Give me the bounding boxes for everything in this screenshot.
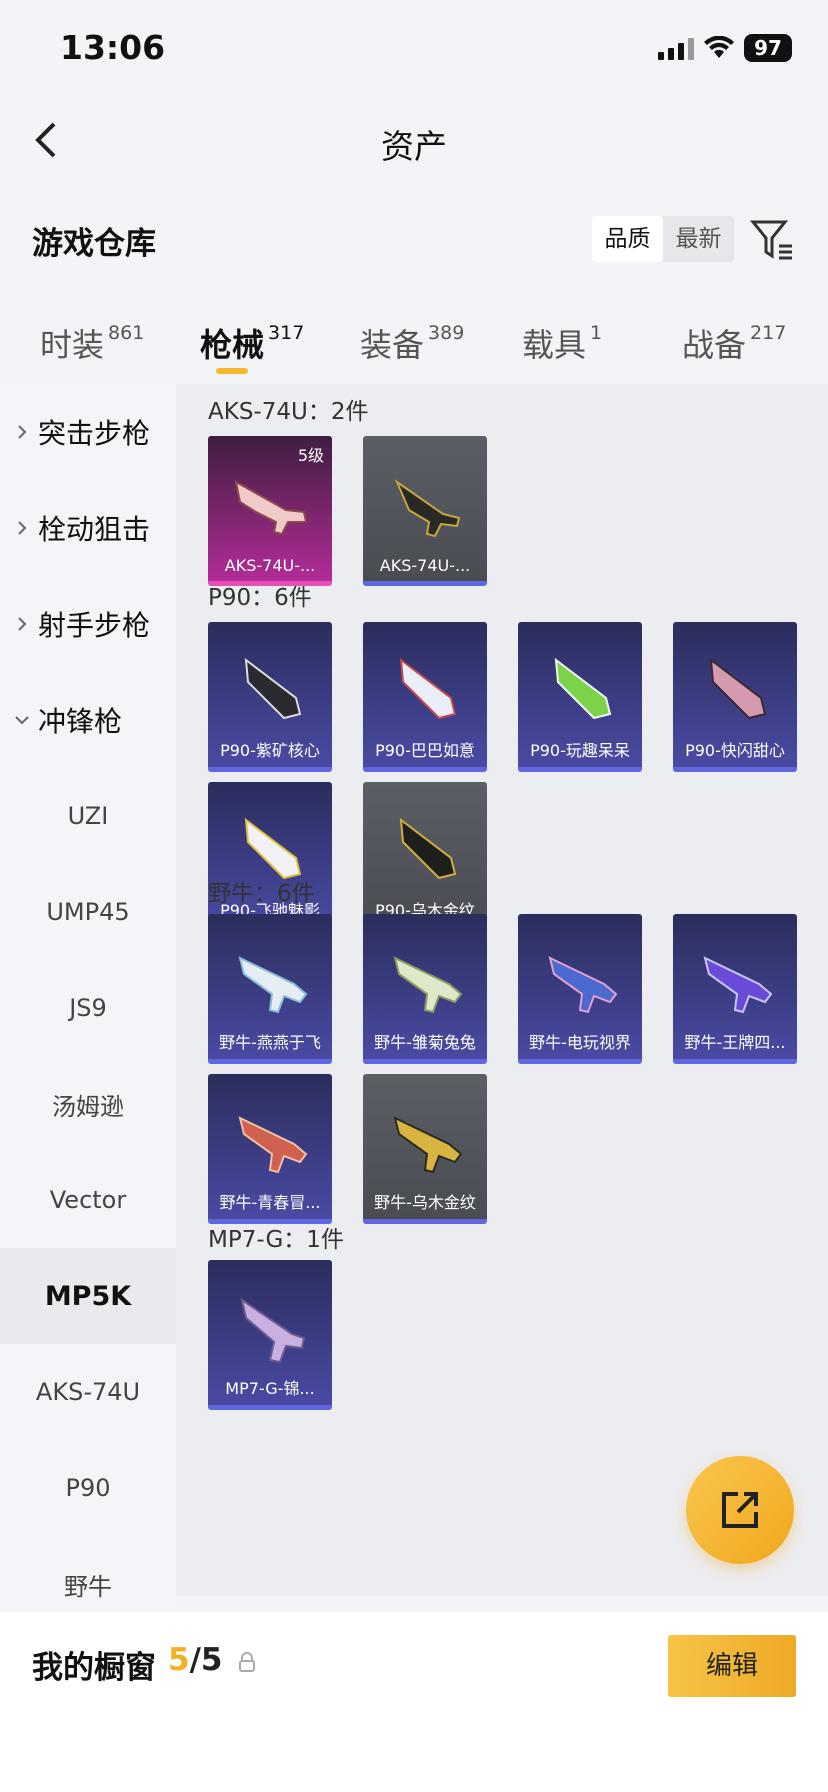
- weapon-card[interactable]: P90-巴巴如意: [363, 622, 487, 772]
- sidebar-item-marksman-rifle[interactable]: 射手步枪: [0, 576, 176, 672]
- sidebar-item-smg[interactable]: 冲锋枪: [0, 672, 176, 768]
- weapon-card[interactable]: MP7-G-锦...: [208, 1260, 332, 1410]
- weapon-card[interactable]: 野牛-雏菊兔兔: [363, 914, 487, 1064]
- gun-skin-icon: [240, 1297, 306, 1364]
- weapon-card[interactable]: 5级 AKS-74U-...: [208, 436, 332, 586]
- gun-skin-icon: [709, 657, 767, 720]
- category-tabs: 时装 861 枪械 317 装备 389 载具 1 战备 217: [0, 310, 828, 380]
- sidebar-sub-bizon[interactable]: 野牛: [0, 1536, 176, 1612]
- tab-vehicles[interactable]: 载具 1: [522, 320, 602, 366]
- sidebar-sub-uzi[interactable]: UZI: [0, 768, 176, 864]
- group-title: AKS-74U：2件: [208, 399, 369, 425]
- sort-quality-button[interactable]: 品质: [592, 216, 663, 262]
- showcase-count: 5/5: [168, 1642, 223, 1678]
- weapon-card[interactable]: 野牛-燕燕于飞: [208, 914, 332, 1064]
- chevron-right-icon: [18, 521, 27, 535]
- sidebar-item-bolt-sniper[interactable]: 栓动狙击: [0, 480, 176, 576]
- weapon-card[interactable]: 野牛-青春冒...: [208, 1074, 332, 1224]
- tab-equipment[interactable]: 装备 389: [360, 320, 464, 366]
- status-icons: 97: [658, 34, 792, 62]
- group-title: P90：6件: [208, 585, 312, 611]
- gun-skin-icon: [703, 956, 773, 1014]
- gun-skin-icon: [548, 956, 618, 1014]
- status-time: 13:06: [60, 28, 166, 67]
- share-button[interactable]: [686, 1456, 794, 1564]
- status-bar: 13:06 97: [0, 0, 828, 100]
- sidebar-sub-aks74u[interactable]: AKS-74U: [0, 1344, 176, 1440]
- active-tab-indicator: [216, 368, 248, 374]
- gun-skin-icon: [399, 817, 457, 880]
- gun-skin-icon: [244, 657, 302, 720]
- sidebar-sub-vector[interactable]: Vector: [0, 1152, 176, 1248]
- weapon-card[interactable]: 野牛-电玩视界: [518, 914, 642, 1064]
- weapon-card[interactable]: 野牛-王牌四...: [673, 914, 797, 1064]
- sidebar-sub-ump45[interactable]: UMP45: [0, 864, 176, 960]
- group-title: MP7-G：1件: [208, 1227, 344, 1253]
- wifi-icon: [704, 36, 734, 58]
- gun-skin-icon: [399, 657, 457, 720]
- weapon-category-sidebar: 突击步枪 栓动狙击 射手步枪 冲锋枪 UZI UMP45 JS9 汤姆逊 Vec…: [0, 384, 176, 1612]
- lock-icon: [239, 1652, 255, 1672]
- group-title: 野牛：6件: [208, 881, 315, 907]
- gun-skin-icon: [234, 480, 308, 536]
- showcase-label: 我的橱窗: [32, 1650, 156, 1686]
- weapon-card[interactable]: 野牛-乌木金纹: [363, 1074, 487, 1224]
- weapon-card[interactable]: AKS-74U-...: [363, 436, 487, 586]
- gun-skin-icon: [393, 1116, 463, 1174]
- nav-bar: 资产: [0, 100, 828, 180]
- weapon-grid: AKS-74U：2件 5级 AKS-74U-... AKS-74U-... P9…: [176, 384, 828, 1596]
- weapon-card[interactable]: P90-紫矿核心: [208, 622, 332, 772]
- warehouse-header: 游戏仓库 品质 最新: [0, 210, 828, 270]
- tab-supplies[interactable]: 战备 217: [682, 320, 786, 366]
- weapon-card[interactable]: P90-飞驰魅影: [208, 782, 332, 932]
- weapon-card[interactable]: P90-快闪甜心: [673, 622, 797, 772]
- tab-fashion[interactable]: 时装 861: [40, 320, 144, 366]
- sidebar-sub-mp5k[interactable]: MP5K: [0, 1248, 176, 1344]
- chevron-right-icon: [18, 425, 27, 439]
- showcase-bar: 我的橱窗 5/5 编辑: [0, 1612, 828, 1792]
- weapon-card[interactable]: P90-乌木金纹: [363, 782, 487, 932]
- gun-skin-icon: [393, 956, 463, 1014]
- section-title: 游戏仓库: [32, 226, 156, 262]
- page-title: 资产: [381, 127, 447, 166]
- share-icon: [722, 1492, 758, 1528]
- edit-button[interactable]: 编辑: [668, 1635, 796, 1697]
- sidebar-sub-thompson[interactable]: 汤姆逊: [0, 1056, 176, 1152]
- sort-toggle: 品质 最新: [592, 216, 734, 262]
- filter-icon[interactable]: [750, 218, 794, 262]
- battery-indicator: 97: [744, 34, 792, 62]
- weapon-card[interactable]: P90-玩趣呆呆: [518, 622, 642, 772]
- gun-skin-icon: [554, 657, 612, 720]
- sidebar-item-assault-rifle[interactable]: 突击步枪: [0, 384, 176, 480]
- chevron-down-icon: [15, 716, 29, 725]
- sidebar-sub-js9[interactable]: JS9: [0, 960, 176, 1056]
- gun-skin-icon: [394, 479, 461, 538]
- chevron-right-icon: [18, 617, 27, 631]
- tab-weapons[interactable]: 枪械 317: [200, 320, 304, 366]
- sidebar-sub-p90[interactable]: P90: [0, 1440, 176, 1536]
- gun-skin-icon: [238, 1116, 308, 1174]
- gun-skin-icon: [238, 956, 308, 1014]
- sort-newest-button[interactable]: 最新: [663, 216, 734, 262]
- signal-icon: [658, 36, 694, 60]
